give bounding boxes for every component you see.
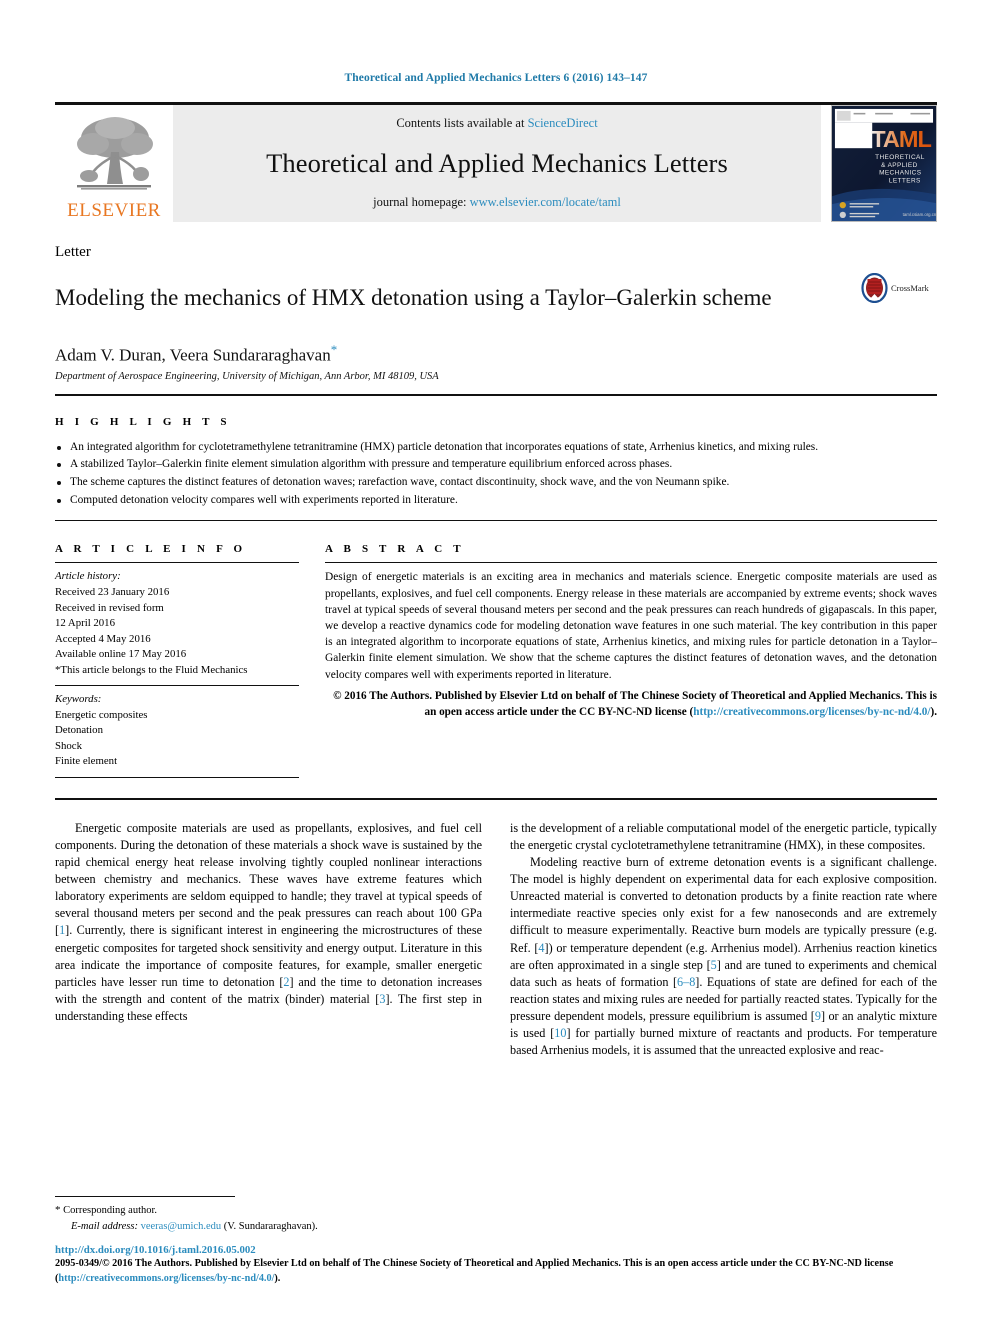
abstract-column: A B S T R A C T Design of energetic mate… xyxy=(325,537,937,784)
divider-abstract xyxy=(325,562,937,564)
abstract-text: Design of energetic materials is an exci… xyxy=(325,571,937,681)
corresponding-author-note: * Corresponding author. xyxy=(55,1203,937,1219)
keyword-item: Finite element xyxy=(55,755,118,768)
email-owner: (V. Sundararaghavan). xyxy=(223,1221,318,1233)
email-note: E-mail address: veeras@umich.edu (V. Sun… xyxy=(55,1219,937,1234)
masthead-center: Contents lists available at ScienceDirec… xyxy=(173,105,821,222)
info-abstract-row: A R T I C L E I N F O Article history: R… xyxy=(55,537,937,784)
keywords-block: Keywords: Energetic composites Detonatio… xyxy=(55,692,299,770)
cover-artwork: TAML THEORETICAL & APPLIED MECHANICS LET… xyxy=(832,106,936,221)
affiliation: Department of Aerospace Engineering, Uni… xyxy=(55,370,439,382)
keyword-item: Detonation xyxy=(55,724,103,737)
author-names: Adam V. Duran, Veera Sundararaghavan xyxy=(55,345,331,365)
keyword-item: Shock xyxy=(55,739,82,752)
divider-after-highlights xyxy=(55,520,937,522)
history-revised-date: 12 April 2016 xyxy=(55,617,115,630)
issn-copyright-line: 2095-0349/© 2016 The Authors. Published … xyxy=(55,1257,937,1287)
history-accepted: Accepted 4 May 2016 xyxy=(55,632,151,645)
article-history-label: Article history: xyxy=(55,570,121,583)
history-revised-label: Received in revised form xyxy=(55,601,164,614)
svg-text:MECHANICS: MECHANICS xyxy=(879,170,922,177)
body-column-left: Energetic composite materials are used a… xyxy=(55,820,482,1059)
list-item: An integrated algorithm for cyclotetrame… xyxy=(55,440,937,456)
history-available-online: Available online 17 May 2016 xyxy=(55,648,187,661)
svg-text:THEORETICAL: THEORETICAL xyxy=(875,154,925,161)
footnote-star: * xyxy=(55,1204,61,1217)
issn-tail: ). xyxy=(274,1273,281,1285)
author-list: Adam V. Duran, Veera Sundararaghavan* xyxy=(55,342,937,366)
divider-keywords xyxy=(55,685,299,687)
corresponding-author-label: Corresponding author. xyxy=(63,1205,158,1217)
journal-title: Theoretical and Applied Mechanics Letter… xyxy=(266,147,728,178)
article-info-column: A R T I C L E I N F O Article history: R… xyxy=(55,537,325,784)
paragraph: Energetic composite materials are used a… xyxy=(55,821,482,1023)
elsevier-tree-icon xyxy=(77,117,153,190)
corresponding-author-marker: * xyxy=(330,341,338,357)
list-item: The scheme captures the distinct feature… xyxy=(55,475,937,491)
cc-license-link[interactable]: http://creativecommons.org/licenses/by-n… xyxy=(693,706,930,718)
contents-prefix: Contents lists available at xyxy=(396,116,528,130)
email-label: E-mail address: xyxy=(71,1221,138,1233)
article-type: Letter xyxy=(55,244,91,260)
journal-homepage-line: journal homepage: www.elsevier.com/locat… xyxy=(373,195,621,210)
title-row: Modeling the mechanics of HMX detonation… xyxy=(55,269,937,328)
history-section-note: *This article belongs to the Fluid Mecha… xyxy=(55,663,248,676)
body-columns: Energetic composite materials are used a… xyxy=(55,820,937,1059)
divider-after-keywords xyxy=(55,777,299,779)
running-head: Theoretical and Applied Mechanics Letter… xyxy=(344,72,648,84)
svg-text:TAML: TAML xyxy=(871,126,931,152)
divider-after-abstract xyxy=(55,798,937,801)
keywords-label: Keywords: xyxy=(55,693,102,706)
svg-text:LETTERS: LETTERS xyxy=(889,178,921,185)
list-item: A stabilized Taylor–Galerkin finite elem… xyxy=(55,457,937,473)
svg-text:& APPLIED: & APPLIED xyxy=(881,162,918,169)
journal-cover-thumbnail: TAML THEORETICAL & APPLIED MECHANICS LET… xyxy=(831,105,937,222)
document-page: Theoretical and Applied Mechanics Letter… xyxy=(0,0,992,1323)
paragraph: Modeling reactive burn of extreme detona… xyxy=(510,855,938,1058)
footnote-area: * Corresponding author. E-mail address: … xyxy=(55,1196,937,1287)
crossmark-label: CrossMark xyxy=(891,283,929,293)
elsevier-wordmark: ELSEVIER xyxy=(67,200,161,221)
contents-list-line: Contents lists available at ScienceDirec… xyxy=(396,116,597,131)
article-info-heading: A R T I C L E I N F O xyxy=(55,543,247,556)
copyright-tail: ). xyxy=(930,705,937,718)
keyword-item: Energetic composites xyxy=(55,708,148,721)
doi-link[interactable]: http://dx.doi.org/10.1016/j.taml.2016.05… xyxy=(55,1244,937,1256)
abstract-heading: A B S T R A C T xyxy=(325,543,465,556)
body-column-right: is the development of a reliable computa… xyxy=(510,820,937,1059)
email-link[interactable]: veeras@umich.edu xyxy=(141,1221,222,1232)
page-title: Modeling the mechanics of HMX detonation… xyxy=(55,285,772,311)
elsevier-logo: ELSEVIER xyxy=(55,105,173,222)
abstract-copyright: © 2016 The Authors. Published by Elsevie… xyxy=(325,689,937,721)
paragraph: is the development of a reliable computa… xyxy=(510,821,937,853)
cc-license-link-footer[interactable]: http://creativecommons.org/licenses/by-n… xyxy=(58,1273,274,1284)
list-item: Computed detonation velocity compares we… xyxy=(55,493,937,509)
sciencedirect-link[interactable]: ScienceDirect xyxy=(528,116,598,130)
svg-text:taml.csiam.org.cn: taml.csiam.org.cn xyxy=(903,212,936,217)
highlights-list: An integrated algorithm for cyclotetrame… xyxy=(55,440,937,509)
crossmark-badge[interactable]: CrossMark xyxy=(861,273,937,303)
history-received: Received 23 January 2016 xyxy=(55,586,170,598)
crossmark-icon xyxy=(861,273,888,303)
journal-homepage-link[interactable]: www.elsevier.com/locate/taml xyxy=(470,195,621,209)
divider-after-affiliation xyxy=(55,393,937,396)
highlights-heading: H I G H L I G H T S xyxy=(55,415,231,428)
footnote-divider xyxy=(55,1196,235,1198)
homepage-prefix: journal homepage: xyxy=(373,195,470,209)
journal-masthead: ELSEVIER Contents lists available at Sci… xyxy=(55,102,937,222)
divider-article-info xyxy=(55,562,299,564)
